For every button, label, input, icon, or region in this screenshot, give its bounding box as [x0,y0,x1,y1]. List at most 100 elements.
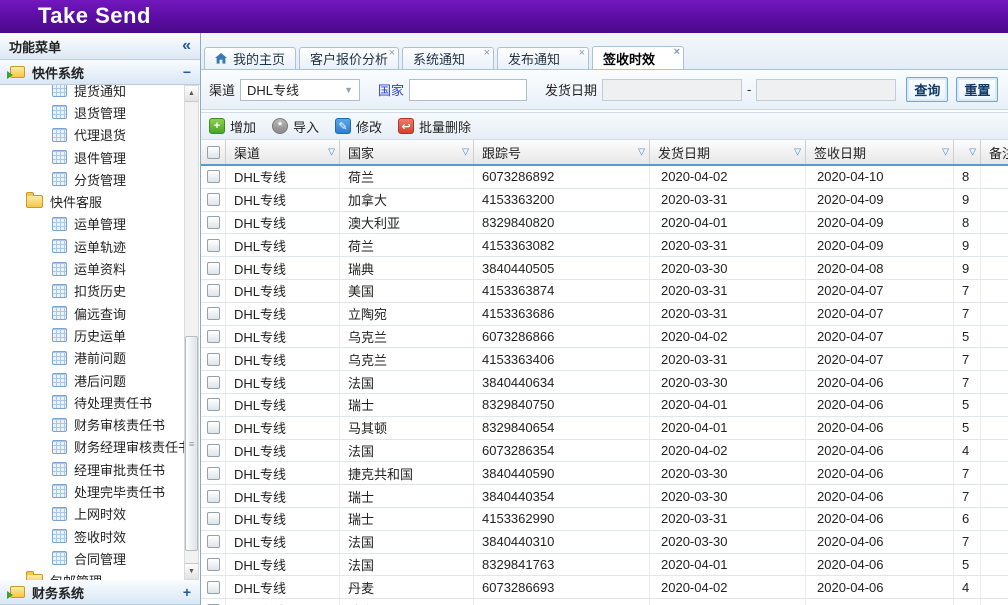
row-checkbox[interactable] [207,581,220,594]
scroll-up-icon[interactable]: ▲ [185,86,198,102]
row-checkbox[interactable] [207,216,220,229]
row-checkbox[interactable] [207,170,220,183]
close-tab-icon[interactable]: × [674,47,680,58]
close-tab-icon[interactable]: × [484,48,490,59]
sidebar-item[interactable]: 退件管理 [0,146,200,168]
batch-delete-button[interactable]: ↩批量删除 [398,117,471,136]
expand-section-icon[interactable]: + [183,584,191,600]
sidebar-item[interactable]: 港后问题 [0,369,200,391]
row-checkbox[interactable] [207,284,220,297]
tab-item[interactable]: 系统通知× [402,47,494,69]
add-button[interactable]: +增加 [209,117,256,136]
row-checkbox[interactable] [207,467,220,480]
sidebar-item[interactable]: 分货管理 [0,168,200,190]
row-checkbox[interactable] [207,239,220,252]
column-header-country[interactable]: 国家 [340,140,474,164]
sidebar-item[interactable]: 运单轨迹 [0,235,200,257]
edit-button[interactable]: ✎修改 [335,117,382,136]
row-checkbox[interactable] [207,398,220,411]
table-row[interactable]: DHL专线法国60732863542020-04-022020-04-064 [201,440,1008,463]
row-checkbox[interactable] [207,353,220,366]
close-tab-icon[interactable]: × [389,48,395,59]
table-row[interactable]: DHL专线乌克兰41533634062020-03-312020-04-077 [201,348,1008,371]
row-checkbox[interactable] [207,535,220,548]
row-checkbox[interactable] [207,376,220,389]
sidebar-item[interactable]: 包邮管理 [0,570,200,580]
sidebar-item[interactable]: 上网时效 [0,503,200,525]
sidebar-item[interactable]: 签收时效 [0,525,200,547]
table-row[interactable]: DHL专线瑞士38404404502020-03-302020-04-067 [201,599,1008,605]
column-header-ship[interactable]: 发货日期 [650,140,806,164]
row-checkbox[interactable] [207,490,220,503]
tab-item[interactable]: 我的主页 [204,47,296,69]
row-checkbox[interactable] [207,262,220,275]
table-row[interactable]: DHL专线丹麦60732866932020-04-022020-04-064 [201,576,1008,599]
row-checkbox[interactable] [207,512,220,525]
table-row[interactable]: DHL专线法国38404406342020-03-302020-04-067 [201,371,1008,394]
row-checkbox[interactable] [207,193,220,206]
sidebar-item[interactable]: 经理审批责任书 [0,458,200,480]
accordion-finance-system[interactable]: 财务系统 + [0,580,200,605]
sidebar-item[interactable]: 提货通知 [0,85,200,101]
close-tab-icon[interactable]: × [579,48,585,59]
scroll-down-icon[interactable]: ▼ [185,563,198,579]
table-row[interactable]: DHL专线荷兰41533630822020-03-312020-04-099 [201,234,1008,257]
import-button[interactable]: *导入 [272,117,319,136]
sidebar-item[interactable]: 待处理责任书 [0,391,200,413]
sidebar-item[interactable]: 处理完毕责任书 [0,480,200,502]
table-row[interactable]: DHL专线瑞士83298407502020-04-012020-04-065 [201,394,1008,417]
column-header-tracking[interactable]: 跟踪号 [474,140,650,164]
table-row[interactable]: DHL专线澳大利亚83298408202020-04-012020-04-098 [201,212,1008,235]
table-row[interactable]: DHL专线美国41533638742020-03-312020-04-077 [201,280,1008,303]
table-row[interactable]: DHL专线捷克共和国38404405902020-03-302020-04-06… [201,462,1008,485]
column-header-sign[interactable]: 签收日期 [806,140,954,164]
sidebar-item[interactable]: 快件客服 [0,190,200,212]
sidebar-item[interactable]: 历史运单 [0,324,200,346]
row-checkbox[interactable] [207,444,220,457]
column-header-channel[interactable]: 渠道 [226,140,340,164]
cell-ship: 2020-04-02 [650,326,806,348]
sidebar-item[interactable]: 退货管理 [0,101,200,123]
table-row[interactable]: DHL专线瑞典38404405052020-03-302020-04-089 [201,257,1008,280]
search-button[interactable]: 查询 [906,77,948,102]
sidebar-item[interactable]: 合同管理 [0,547,200,569]
sidebar-item[interactable]: 扣货历史 [0,280,200,302]
column-header-days[interactable] [954,140,981,164]
select-all-checkbox[interactable] [207,146,220,159]
table-row[interactable]: DHL专线加拿大41533632002020-03-312020-04-099 [201,189,1008,212]
sidebar-item[interactable]: 港前问题 [0,347,200,369]
table-row[interactable]: DHL专线法国83298417632020-04-012020-04-065 [201,554,1008,577]
row-checkbox[interactable] [207,330,220,343]
cell-sign: 2020-04-06 [806,599,954,605]
tab-active[interactable]: 签收时效× [592,46,684,69]
tab-item[interactable]: 发布通知× [497,47,589,69]
row-checkbox[interactable] [207,307,220,320]
sidebar-scrollbar[interactable]: ▲ ≡ ▼ [184,85,199,580]
tab-item[interactable]: 客户报价分析× [299,47,399,69]
table-row[interactable]: DHL专线立陶宛41533636862020-03-312020-04-077 [201,303,1008,326]
sidebar-item[interactable]: 运单资料 [0,257,200,279]
table-row[interactable]: DHL专线荷兰60732868922020-04-022020-04-108 [201,166,1008,189]
sidebar-item[interactable]: 运单管理 [0,213,200,235]
table-row[interactable]: DHL专线乌克兰60732868662020-04-022020-04-075 [201,326,1008,349]
sidebar-item[interactable]: 财务经理审核责任书 [0,436,200,458]
table-row[interactable]: DHL专线瑞士41533629902020-03-312020-04-066 [201,508,1008,531]
row-checkbox[interactable] [207,421,220,434]
ship-date-from-input[interactable] [602,79,742,101]
table-row[interactable]: DHL专线马其顿83298406542020-04-012020-04-065 [201,417,1008,440]
ship-date-to-input[interactable] [756,79,896,101]
column-header-remark[interactable]: 备注 [981,140,1008,164]
sidebar-item[interactable]: 偏远查询 [0,302,200,324]
country-input[interactable] [409,79,527,101]
sidebar-item[interactable]: 财务审核责任书 [0,413,200,435]
collapse-section-icon[interactable]: − [183,64,191,80]
table-row[interactable]: DHL专线法国38404403102020-03-302020-04-067 [201,531,1008,554]
row-checkbox[interactable] [207,558,220,571]
collapse-sidebar-icon[interactable]: « [182,39,191,53]
accordion-express-system[interactable]: 快件系统 − [0,60,200,85]
scrollbar-thumb[interactable]: ≡ [185,336,198,551]
table-row[interactable]: DHL专线瑞士38404403542020-03-302020-04-067 [201,485,1008,508]
channel-select[interactable]: DHL专线 ▼ [240,79,360,101]
sidebar-item[interactable]: 代理退货 [0,124,200,146]
reset-button[interactable]: 重置 [956,77,998,102]
